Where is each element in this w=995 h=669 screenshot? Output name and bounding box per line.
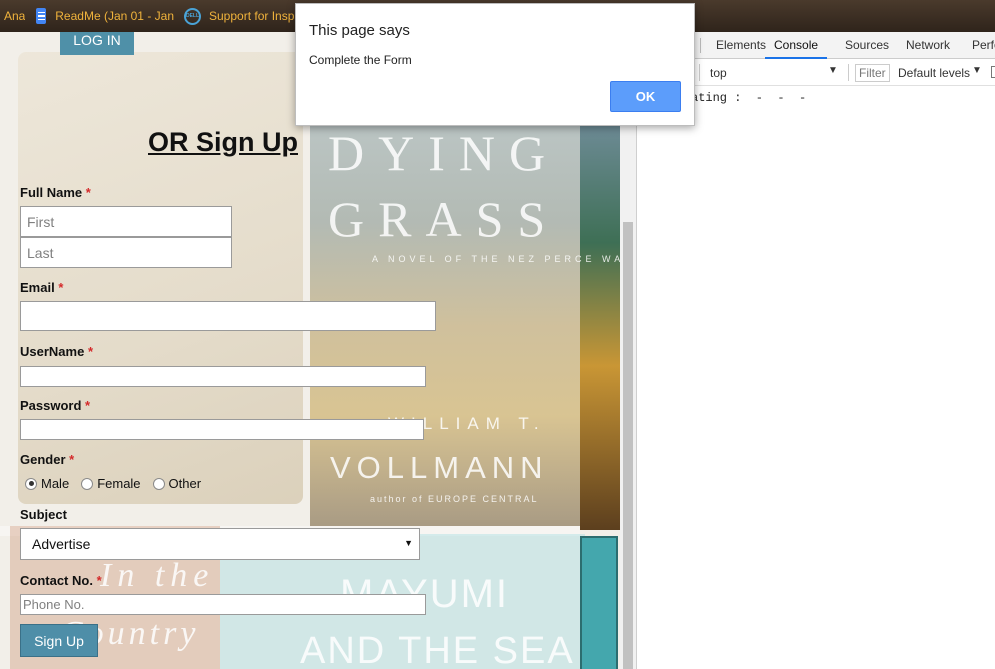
bookmark-item-support[interactable]: DELL Support for Insp [184,0,296,32]
email-field[interactable] [20,301,436,331]
chevron-down-icon[interactable]: ▼ [972,65,982,76]
divider [700,38,701,53]
devtools-panel: Elements Console Sources Network Perfo t… [636,32,995,669]
label-text: Password [20,398,82,413]
radio-label: Male [41,476,70,491]
chevron-down-icon[interactable]: ▼ [828,65,838,76]
divider [699,64,700,81]
subject-selected-value: Advertise [32,536,91,552]
alert-message: Complete the Form [309,53,412,67]
username-label: UserName * [20,344,93,359]
tab-performance[interactable]: Perfo [972,32,995,59]
tab-elements[interactable]: Elements [716,32,766,59]
first-name-input[interactable] [20,206,232,237]
password-label: Password * [20,398,90,413]
background-book-cover [580,120,620,530]
gender-other-radio[interactable] [152,477,165,490]
background-book-subtitle: A NOVEL OF THE NEZ PERCE WAR [372,254,635,264]
required-marker: * [85,398,91,413]
bookmark-item-ana[interactable]: Ana [4,0,25,32]
background-book-title: AND THE SEA [300,630,575,669]
background-book-note: author of EUROPE CENTRAL [370,494,539,504]
alert-dialog: This page says Complete the Form OK [295,3,695,126]
alert-ok-button[interactable]: OK [610,81,681,112]
label-text: Contact No. [20,573,93,588]
page-viewport: DYING GRASS A NOVEL OF THE NEZ PERCE WAR… [0,32,636,669]
form-title: OR Sign Up [148,127,298,157]
subject-select[interactable]: Advertise ▼ [20,528,420,560]
label-text: Gender [20,452,66,467]
console-message: ating : - - - [691,91,807,105]
required-marker: * [87,344,94,359]
gender-female-radio[interactable] [81,477,94,490]
last-name-input[interactable] [20,237,232,268]
required-marker: * [58,280,64,295]
divider [848,64,849,81]
subject-label: Subject [20,507,67,522]
console-filter-input[interactable]: Filter [855,64,890,82]
tab-console[interactable]: Console [765,32,828,59]
dropdown-arrow-icon: ▼ [404,538,413,548]
background-book-title: GRASS [328,191,560,247]
context-selector[interactable]: top [710,66,727,80]
tab-sources[interactable]: Sources [845,32,889,59]
bookmark-label: ReadMe (Jan 01 - Jan [55,9,174,23]
page-scrollbar[interactable] [620,32,636,669]
tab-network[interactable]: Network [906,32,950,59]
background-book-cover [580,536,618,669]
settings-checkbox[interactable] [991,66,995,78]
label-text: UserName [20,344,85,359]
gender-male-radio[interactable] [25,477,37,490]
required-marker: * [85,185,91,200]
radio-label: Female [97,476,141,491]
label-text: Full Name [20,185,83,200]
full-name-label: Full Name * [20,185,91,200]
label-text: Subject [20,507,67,522]
contact-label: Contact No. * [20,573,102,588]
label-text: Email [20,280,55,295]
signup-button[interactable]: Sign Up [20,624,98,657]
username-field[interactable] [20,366,426,387]
required-marker: * [69,452,75,467]
bookmark-label: Support for Insp [209,9,295,23]
phone-field[interactable] [20,594,426,615]
log-levels-dropdown[interactable]: Default levels [898,66,970,80]
gender-label: Gender * [20,452,74,467]
background-book-author: VOLLMANN [330,450,549,485]
document-icon [36,8,47,24]
dell-logo-icon: DELL [184,7,201,25]
gender-radio-group: Male Female Other [25,476,213,491]
bookmark-label: Ana [4,9,26,23]
password-field[interactable] [20,419,424,440]
radio-label: Other [168,476,202,491]
scrollbar-thumb[interactable] [623,222,633,669]
bookmark-item-readme[interactable]: ReadMe (Jan 01 - Jan [36,0,174,32]
alert-title: This page says [309,22,410,39]
email-label: Email * [20,280,63,295]
background-book-title: DYING [328,125,560,181]
required-marker: * [96,573,102,588]
login-button[interactable]: LOG IN [60,32,134,55]
background-book-title: In the [100,557,215,594]
